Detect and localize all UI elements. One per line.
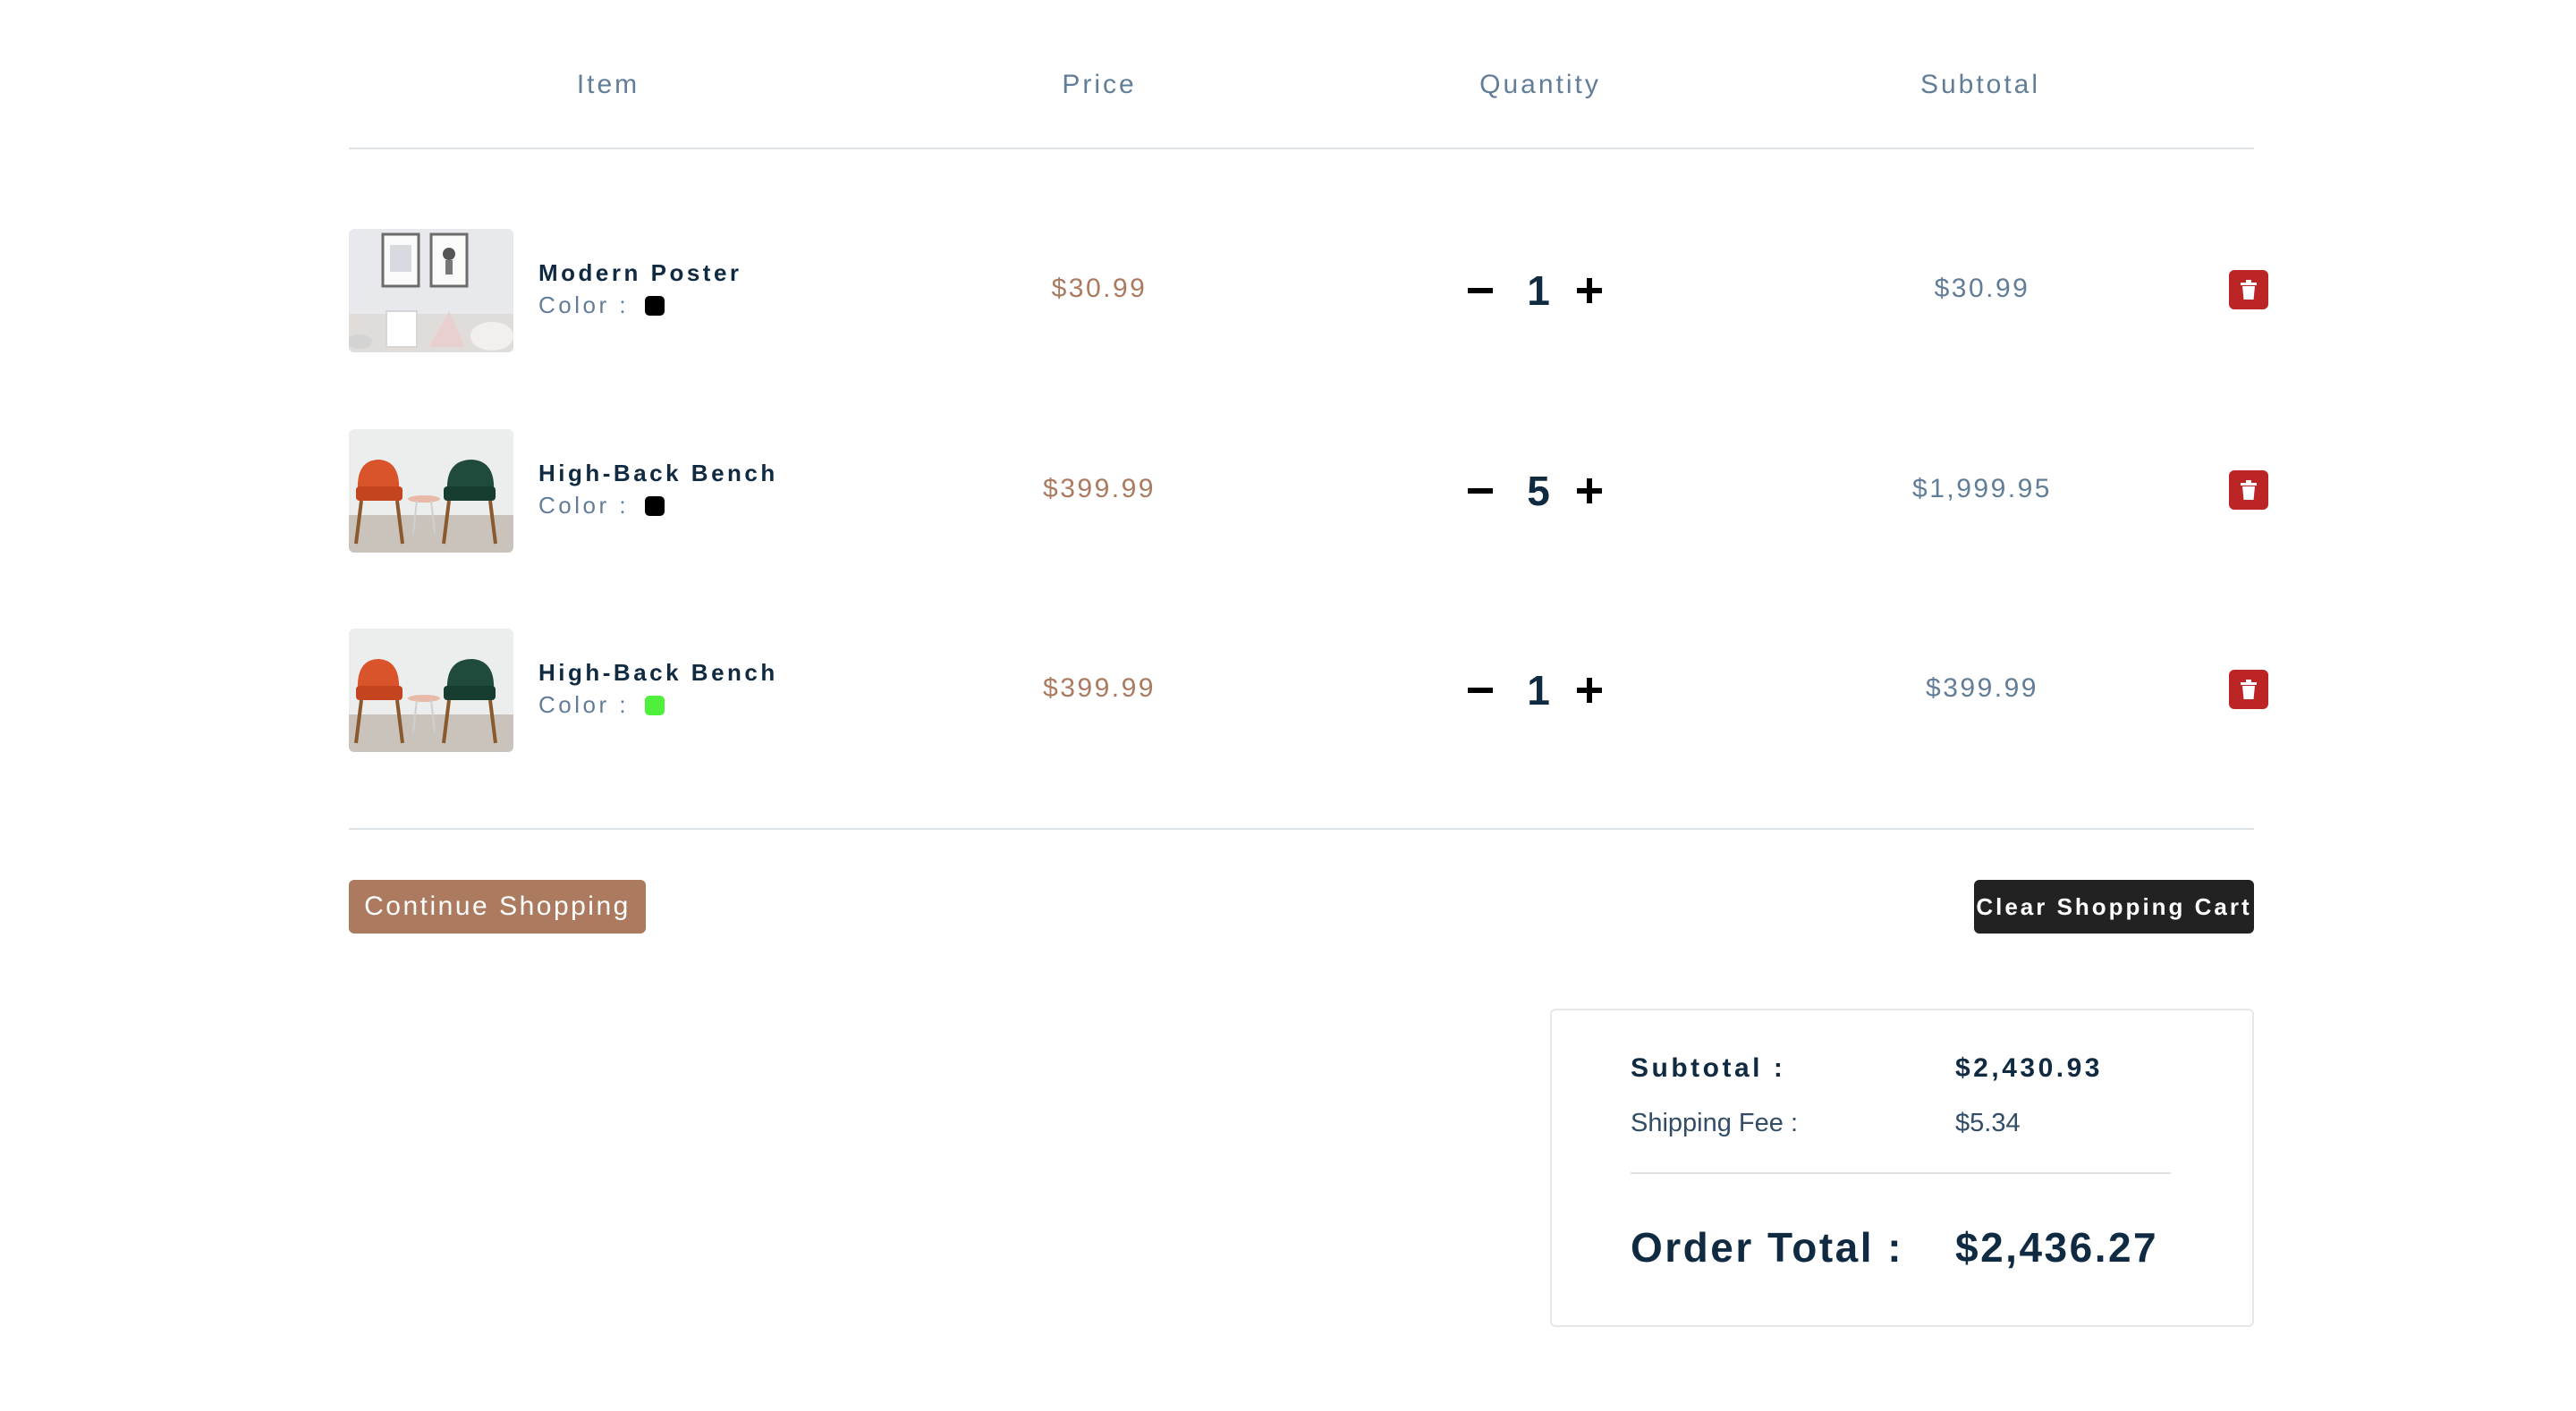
trash-icon	[2241, 480, 2257, 500]
color-swatch	[645, 295, 665, 316]
order-total-label: Order Total :	[1631, 1224, 1904, 1271]
plus-icon	[1577, 478, 1602, 503]
cart-item-row: High-Back Bench Color : $399.99 5 $1,999…	[349, 429, 2268, 553]
trash-icon	[2241, 680, 2257, 699]
clear-cart-button[interactable]: Clear Shopping Cart	[1974, 880, 2254, 934]
item-price: $30.99	[1051, 274, 1148, 303]
column-header-quantity: Quantity	[1479, 70, 1601, 99]
item-subtotal: $30.99	[1934, 274, 2030, 303]
items-divider	[349, 828, 2254, 830]
continue-shopping-button[interactable]: Continue Shopping	[349, 880, 646, 934]
remove-item-button[interactable]	[2229, 470, 2268, 510]
trash-icon	[2241, 280, 2257, 300]
order-total-value: $2,436.27	[1955, 1224, 2159, 1271]
quantity-stepper: 1	[1458, 261, 1619, 320]
order-totals-card: Subtotal : $2,430.93 Shipping Fee : $5.3…	[1550, 1009, 2254, 1327]
product-image	[349, 429, 513, 553]
header-divider	[349, 148, 2254, 149]
item-subtotal: $399.99	[1926, 673, 2038, 703]
cart-item-row: High-Back Bench Color : $399.99 1 $399.9…	[349, 629, 2268, 752]
item-color: Color :	[538, 492, 665, 520]
item-subtotal: $1,999.95	[1912, 474, 2052, 503]
cart-item-row: Modern Poster Color : $30.99 1 $30.99	[349, 229, 2268, 352]
cart-page: Item Price Quantity Subtotal Modern Post…	[0, 0, 2576, 1411]
quantity-value: 1	[1527, 667, 1550, 714]
column-header-subtotal: Subtotal	[1919, 70, 2041, 99]
item-name: High-Back Bench	[538, 659, 778, 686]
color-swatch	[645, 695, 665, 715]
item-color: Color :	[538, 691, 665, 719]
product-image	[349, 629, 513, 752]
shipping-fee-label: Shipping Fee :	[1631, 1109, 1799, 1137]
increase-quantity-button[interactable]	[1567, 461, 1612, 520]
quantity-stepper: 5	[1458, 461, 1619, 520]
increase-quantity-button[interactable]	[1567, 661, 1612, 720]
remove-item-button[interactable]	[2229, 270, 2268, 309]
plus-icon	[1577, 678, 1602, 703]
color-swatch	[645, 495, 665, 516]
subtotal-value: $2,430.93	[1955, 1053, 2103, 1083]
quantity-stepper: 1	[1458, 661, 1619, 720]
minus-icon	[1468, 488, 1493, 494]
increase-quantity-button[interactable]	[1567, 261, 1612, 320]
decrease-quantity-button[interactable]	[1458, 261, 1503, 320]
item-price: $399.99	[1043, 673, 1156, 703]
item-name: High-Back Bench	[538, 460, 778, 486]
minus-icon	[1468, 288, 1493, 293]
column-header-item: Item	[576, 70, 640, 99]
quantity-value: 1	[1527, 267, 1550, 314]
minus-icon	[1468, 688, 1493, 693]
remove-item-button[interactable]	[2229, 670, 2268, 709]
item-color-label: Color :	[538, 492, 630, 519]
decrease-quantity-button[interactable]	[1458, 461, 1503, 520]
item-price: $399.99	[1043, 474, 1156, 503]
item-name: Modern Poster	[538, 259, 742, 286]
shipping-fee-value: $5.34	[1955, 1109, 2021, 1137]
item-color-label: Color :	[538, 691, 630, 718]
subtotal-label: Subtotal :	[1631, 1053, 1786, 1083]
totals-divider	[1631, 1172, 2171, 1174]
column-header-price: Price	[1062, 70, 1137, 99]
plus-icon	[1577, 278, 1602, 303]
decrease-quantity-button[interactable]	[1458, 661, 1503, 720]
item-color-label: Color :	[538, 291, 630, 318]
product-image	[349, 229, 513, 352]
item-color: Color :	[538, 291, 665, 319]
quantity-value: 5	[1527, 468, 1550, 514]
